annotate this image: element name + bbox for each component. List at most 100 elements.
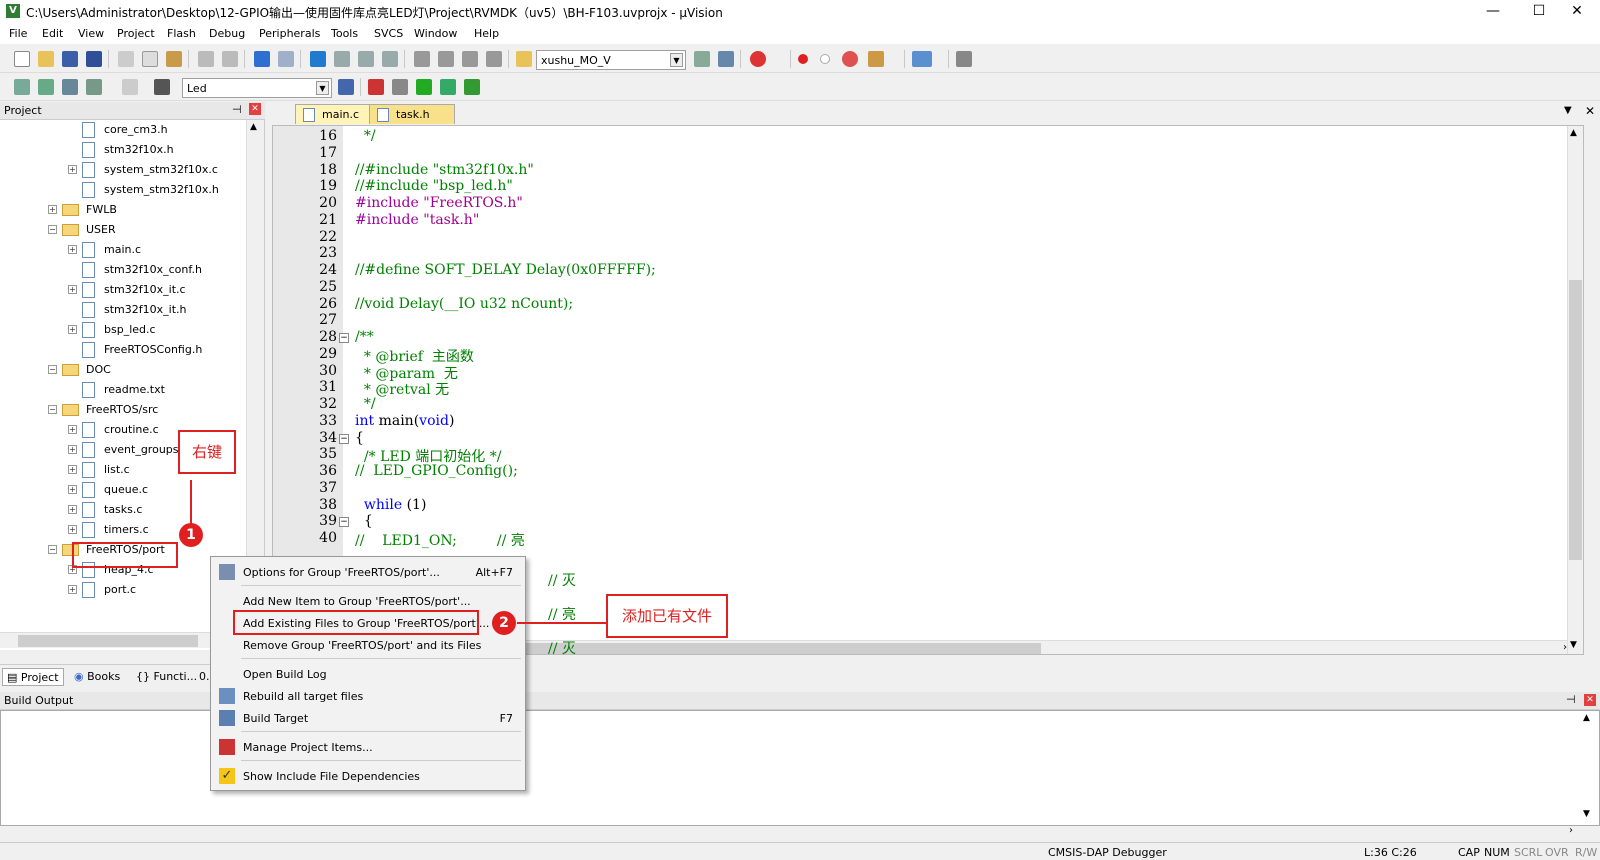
- menu-window[interactable]: Window: [414, 27, 457, 40]
- breakpoint-icon[interactable]: [798, 54, 808, 64]
- copy-icon[interactable]: [142, 51, 158, 67]
- tree-file[interactable]: stm32f10x.h: [0, 140, 246, 160]
- tree-file[interactable]: + queue.c: [0, 480, 246, 500]
- menu-item-options-for-group[interactable]: Options for Group 'FreeRTOS/port'... Alt…: [211, 561, 527, 583]
- scroll-right-icon[interactable]: ›: [1563, 642, 1567, 653]
- menu-item-rebuild-all[interactable]: Rebuild all target files: [211, 685, 527, 707]
- scroll-down-icon[interactable]: ▼: [1570, 640, 1577, 650]
- expand-icon[interactable]: +: [68, 485, 77, 494]
- tab-project[interactable]: ▤ Project: [2, 668, 64, 686]
- comment-icon[interactable]: [462, 51, 478, 67]
- select-packs-icon[interactable]: [392, 79, 408, 95]
- window-layout-icon[interactable]: [912, 51, 932, 67]
- paste-icon[interactable]: [166, 51, 182, 67]
- fold-collapse-icon[interactable]: −: [339, 517, 349, 528]
- tab-functions[interactable]: {} Functi...: [132, 668, 201, 686]
- batch-build-icon[interactable]: [86, 79, 102, 95]
- scroll-up-icon[interactable]: ▲: [1583, 713, 1590, 723]
- tree-group[interactable]: − DOC: [0, 360, 246, 380]
- pack-installer-icon[interactable]: [416, 79, 432, 95]
- tree-group[interactable]: − FreeRTOS/src: [0, 400, 246, 420]
- tree-group[interactable]: − USER: [0, 220, 246, 240]
- incremental-find-icon[interactable]: [718, 51, 734, 67]
- tree-file[interactable]: stm32f10x_conf.h: [0, 260, 246, 280]
- run-time-env-icon[interactable]: [440, 79, 456, 95]
- collapse-icon[interactable]: −: [48, 545, 57, 554]
- clear-bookmarks-icon[interactable]: [382, 51, 398, 67]
- menu-item-add-new-item[interactable]: Add New Item to Group 'FreeRTOS/port'...: [211, 590, 527, 612]
- close-panel-icon[interactable]: ✕: [249, 103, 261, 115]
- stop-build-icon[interactable]: [122, 79, 138, 95]
- expand-icon[interactable]: +: [68, 505, 77, 514]
- navigate-forward-icon[interactable]: [278, 51, 294, 67]
- scroll-down-icon[interactable]: ▼: [1583, 809, 1590, 819]
- menu-tools[interactable]: Tools: [331, 27, 358, 40]
- tree-file[interactable]: FreeRTOSConfig.h: [0, 340, 246, 360]
- cut-icon[interactable]: [118, 51, 134, 67]
- clear-breakpoints-icon[interactable]: [842, 51, 858, 67]
- menu-flash[interactable]: Flash: [167, 27, 196, 40]
- pin-icon[interactable]: ⊣: [1566, 693, 1576, 706]
- menu-item-manage-project-items[interactable]: Manage Project Items...: [211, 736, 527, 758]
- build-icon[interactable]: [38, 79, 54, 95]
- menu-file[interactable]: File: [9, 27, 27, 40]
- close-tab-icon[interactable]: ✕: [1585, 104, 1595, 118]
- navigate-back-icon[interactable]: [254, 51, 270, 67]
- collapse-icon[interactable]: −: [48, 225, 57, 234]
- tree-file[interactable]: system_stm32f10x.h: [0, 180, 246, 200]
- menu-project[interactable]: Project: [117, 27, 155, 40]
- scroll-up-icon[interactable]: ▲: [1570, 128, 1577, 138]
- chevron-down-icon[interactable]: ▼: [670, 53, 683, 67]
- tree-file[interactable]: core_cm3.h: [0, 120, 246, 140]
- editor-vscroll-thumb[interactable]: [1569, 280, 1582, 560]
- save-icon[interactable]: [62, 51, 78, 67]
- bookmark-icon[interactable]: [310, 51, 326, 67]
- find-in-files-icon[interactable]: [516, 51, 532, 67]
- next-bookmark-icon[interactable]: [358, 51, 374, 67]
- target-select[interactable]: Led ▼: [182, 78, 332, 98]
- close-button[interactable]: ✕: [1554, 0, 1600, 24]
- debug-session-icon[interactable]: [750, 51, 766, 67]
- tree-file[interactable]: stm32f10x_it.h: [0, 300, 246, 320]
- close-panel-icon[interactable]: ✕: [1584, 694, 1596, 706]
- unindent-icon[interactable]: [438, 51, 454, 67]
- save-all-icon[interactable]: [86, 51, 102, 67]
- tab-list-chevron-icon[interactable]: ▼: [1564, 105, 1572, 116]
- fold-collapse-icon[interactable]: −: [339, 433, 349, 444]
- redo-icon[interactable]: [222, 51, 238, 67]
- tab-books[interactable]: ◉ Books: [70, 668, 124, 686]
- scroll-up-icon[interactable]: ▲: [250, 122, 257, 132]
- tree-file[interactable]: + system_stm32f10x.c: [0, 160, 246, 180]
- fold-collapse-icon[interactable]: −: [339, 333, 349, 343]
- rebuild-icon[interactable]: [62, 79, 78, 95]
- prev-bookmark-icon[interactable]: [334, 51, 350, 67]
- chevron-down-icon[interactable]: ▼: [316, 81, 329, 95]
- disable-breakpoint-icon[interactable]: [820, 54, 830, 64]
- translate-icon[interactable]: [14, 79, 30, 95]
- menu-item-remove-group[interactable]: Remove Group 'FreeRTOS/port' and its Fil…: [211, 634, 527, 656]
- device-database-icon[interactable]: [464, 79, 480, 95]
- pin-icon[interactable]: ⊣: [232, 103, 242, 116]
- expand-icon[interactable]: +: [68, 165, 77, 174]
- find-icon[interactable]: [694, 51, 710, 67]
- download-icon[interactable]: [154, 79, 170, 95]
- collapse-icon[interactable]: −: [48, 365, 57, 374]
- tree-group[interactable]: + FWLB: [0, 200, 246, 220]
- expand-icon[interactable]: +: [68, 425, 77, 434]
- expand-icon[interactable]: +: [68, 585, 77, 594]
- tree-file[interactable]: + stm32f10x_it.c: [0, 280, 246, 300]
- tab-task-h[interactable]: task.h: [369, 104, 455, 124]
- target-options-icon[interactable]: [338, 79, 354, 95]
- menu-view[interactable]: View: [78, 27, 104, 40]
- new-file-icon[interactable]: [14, 51, 30, 67]
- indent-icon[interactable]: [414, 51, 430, 67]
- uncomment-icon[interactable]: [486, 51, 502, 67]
- manage-project-icon[interactable]: [368, 79, 384, 95]
- open-file-icon[interactable]: [38, 51, 54, 67]
- configure-wrench-icon[interactable]: [956, 51, 972, 67]
- menu-svcs[interactable]: SVCS: [374, 27, 403, 40]
- scroll-right-icon[interactable]: ›: [1569, 825, 1573, 836]
- editor-vertical-scrollbar[interactable]: ▲ ▼: [1567, 126, 1583, 654]
- tree-file[interactable]: + bsp_led.c: [0, 320, 246, 340]
- tree-hscroll-thumb[interactable]: [18, 635, 198, 647]
